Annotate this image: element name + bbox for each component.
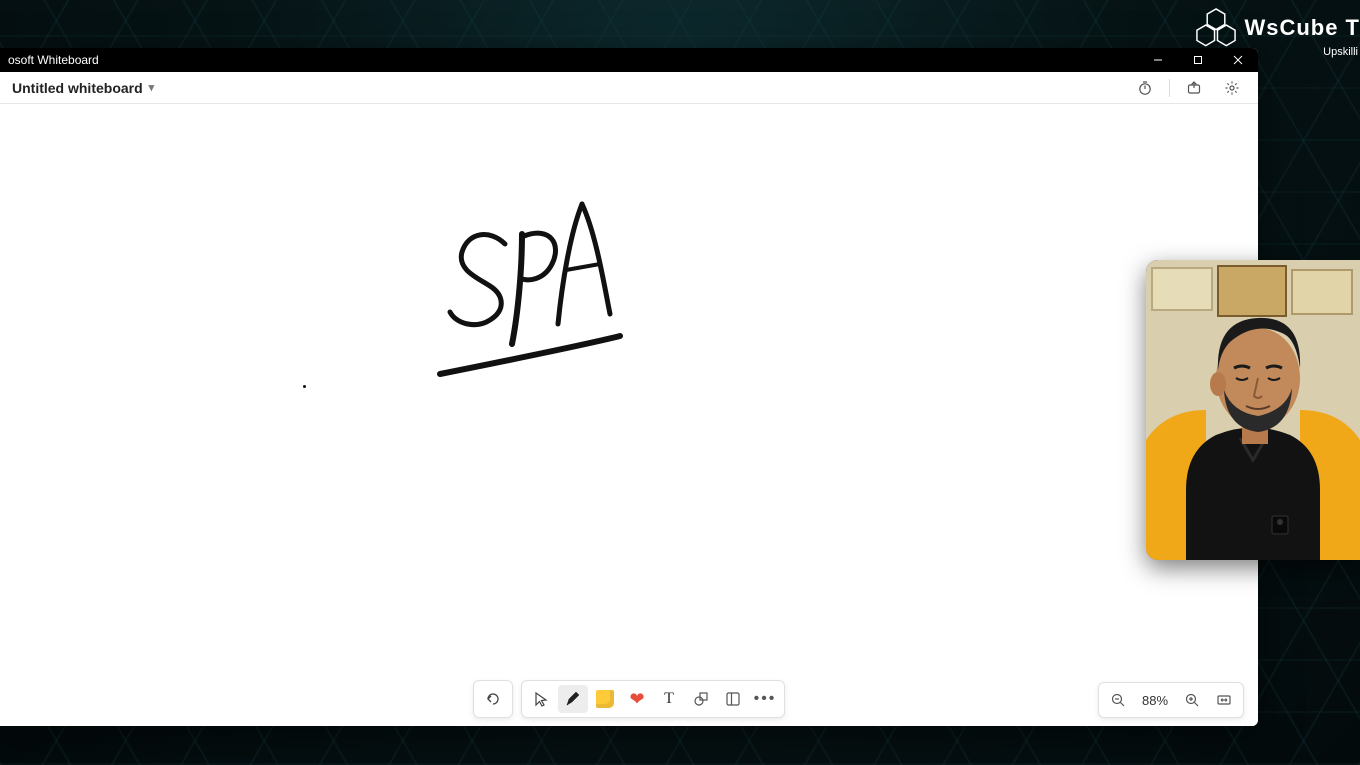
window-title: osoft Whiteboard [8,53,99,67]
ink-dot [303,385,306,388]
window-minimize-button[interactable] [1138,48,1178,72]
undo-icon [484,690,502,708]
wscube-brand-text: WsCube T [1244,15,1360,41]
timer-icon [1137,80,1153,96]
more-tools[interactable]: ••• [750,685,780,713]
minimize-icon [1153,55,1163,65]
fit-screen-button[interactable] [1211,687,1237,713]
undo-group [473,680,513,718]
undo-button[interactable] [478,685,508,713]
presenter-image [1146,260,1360,560]
wscube-logo-icon [1194,6,1238,50]
templates-icon [724,690,742,708]
zoom-level[interactable]: 88% [1137,693,1173,708]
shapes-icon [692,690,710,708]
presenter-webcam [1146,260,1360,560]
settings-button[interactable] [1218,74,1246,102]
zoom-in-icon [1184,692,1200,708]
zoom-out-button[interactable] [1105,687,1131,713]
reaction-tool[interactable]: ❤ [622,685,652,713]
board-name-text: Untitled whiteboard [12,80,143,96]
text-icon: T [664,690,674,708]
header-actions [1131,74,1246,102]
text-tool[interactable]: T [654,685,684,713]
timer-button[interactable] [1131,74,1159,102]
whiteboard-canvas[interactable]: ❤ T ••• [0,104,1258,726]
zoom-out-icon [1110,692,1126,708]
wscube-watermark: WsCube T Upskilli [1194,6,1360,58]
share-icon [1186,80,1202,96]
sticky-note-icon [596,690,614,708]
ink-strokes [300,174,1000,474]
whiteboard-window: osoft Whiteboard Untitled whiteboard ▾ [0,48,1258,726]
window-titlebar: osoft Whiteboard [0,48,1258,72]
shapes-tool[interactable] [686,685,716,713]
pen-icon [564,690,582,708]
tools-group: ❤ T ••• [521,680,785,718]
chevron-down-icon: ▾ [149,81,155,94]
bottom-toolbar: ❤ T ••• [473,680,785,718]
zoom-in-button[interactable] [1179,687,1205,713]
templates-tool[interactable] [718,685,748,713]
select-tool[interactable] [526,685,556,713]
heart-icon: ❤ [629,689,644,710]
gear-icon [1224,80,1240,96]
separator [1169,79,1170,97]
ellipsis-icon: ••• [754,690,777,708]
app-header: Untitled whiteboard ▾ [0,72,1258,104]
share-button[interactable] [1180,74,1208,102]
board-name-dropdown[interactable]: Untitled whiteboard ▾ [12,80,154,96]
ink-tool[interactable] [558,685,588,713]
zoom-controls: 88% [1098,682,1244,718]
cursor-icon [532,690,550,708]
fit-screen-icon [1216,692,1232,708]
sticky-note-tool[interactable] [590,685,620,713]
